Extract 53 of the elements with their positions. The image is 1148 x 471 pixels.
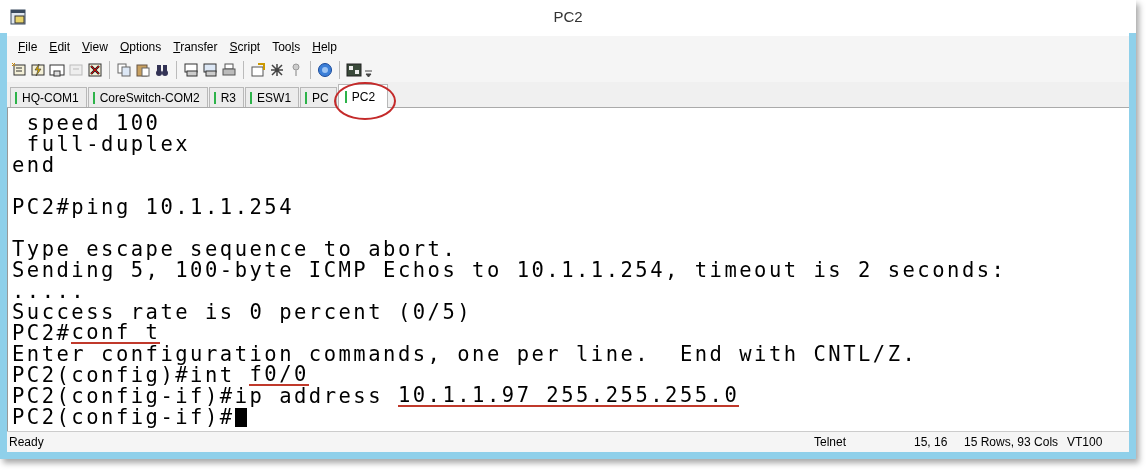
terminal-line: PC2#ping 10.1.1.254: [12, 197, 295, 218]
terminal-line: PC2(config-if)#: [12, 407, 1129, 428]
menu-item[interactable]: Tools: [266, 40, 307, 54]
help-icon[interactable]: [317, 62, 333, 78]
terminal-line: PC2(config-if)#ip address 10.1.1.97 255.255.255.0: [12, 386, 741, 407]
status-message: Ready: [8, 435, 45, 449]
status-bar-icon: [344, 90, 347, 103]
status-bar-icon: [305, 91, 308, 104]
terminal-line: full-duplex: [26, 134, 192, 155]
menu-item[interactable]: View: [76, 40, 114, 54]
session-tab[interactable]: HQ-COM1: [10, 87, 87, 107]
lightning-window-icon[interactable]: [30, 62, 46, 78]
copy-icon[interactable]: [116, 62, 132, 78]
cursor-position: 15, 16: [914, 435, 949, 449]
terminal-line: speed 100: [25, 113, 161, 134]
screen-size: 15 Rows, 93 Cols: [964, 435, 1060, 449]
menu-item[interactable]: File: [12, 40, 44, 54]
session-tab[interactable]: CoreSwitch-COM2: [87, 87, 208, 107]
window-title: PC2: [552, 8, 584, 25]
terminal-line: PC2(config)#int f0/0: [12, 365, 309, 386]
menu-item[interactable]: Options: [113, 40, 168, 54]
terminal-line: PC2#conf t: [12, 323, 162, 344]
menu-item[interactable]: Transfer: [167, 40, 224, 54]
menu-item[interactable]: Help: [306, 40, 343, 54]
print-screen-icon[interactable]: [183, 62, 199, 78]
overflow-icon[interactable]: [365, 70, 372, 78]
paste-icon[interactable]: [135, 62, 151, 78]
status-bar-icon: [250, 91, 253, 104]
terminal-line: Success rate is 0 percent (0/5): [12, 302, 474, 323]
new-session-icon[interactable]: [11, 62, 27, 78]
protocol-label: Telnet: [814, 435, 848, 449]
session-tab[interactable]: PC2: [337, 84, 389, 108]
terminal-line: end: [12, 155, 57, 176]
terminal-line: Sending 5, 100-byte ICMP Echos to 10.1.1.254, timeout is 2 seconds:: [12, 260, 1008, 281]
session-tab[interactable]: ESW1: [245, 87, 300, 107]
terminal-line: Enter configuration commands, one per line. End with CNTL/Z.: [12, 344, 919, 365]
close-session-icon[interactable]: [87, 62, 103, 78]
printer-icon[interactable]: [221, 62, 237, 78]
emulation-label: VT100: [1067, 435, 1104, 449]
sparkle-icon[interactable]: [269, 62, 285, 78]
session-tab[interactable]: PC: [300, 87, 337, 107]
terminal-line: Type escape sequence to abort.: [12, 239, 459, 260]
menu-item[interactable]: Edit: [43, 40, 77, 54]
folder-window-icon[interactable]: [49, 62, 65, 78]
window-icon: [10, 8, 26, 25]
terminal-line: .....: [12, 281, 87, 302]
session-tab[interactable]: R3: [208, 87, 245, 107]
menu-item[interactable]: Script: [223, 40, 267, 54]
binoculars-icon[interactable]: [154, 62, 170, 78]
print-selection-icon[interactable]: [202, 62, 218, 78]
status-bar-icon: [92, 91, 95, 104]
keymap-icon[interactable]: [346, 62, 362, 78]
status-bar-icon: [213, 91, 216, 104]
